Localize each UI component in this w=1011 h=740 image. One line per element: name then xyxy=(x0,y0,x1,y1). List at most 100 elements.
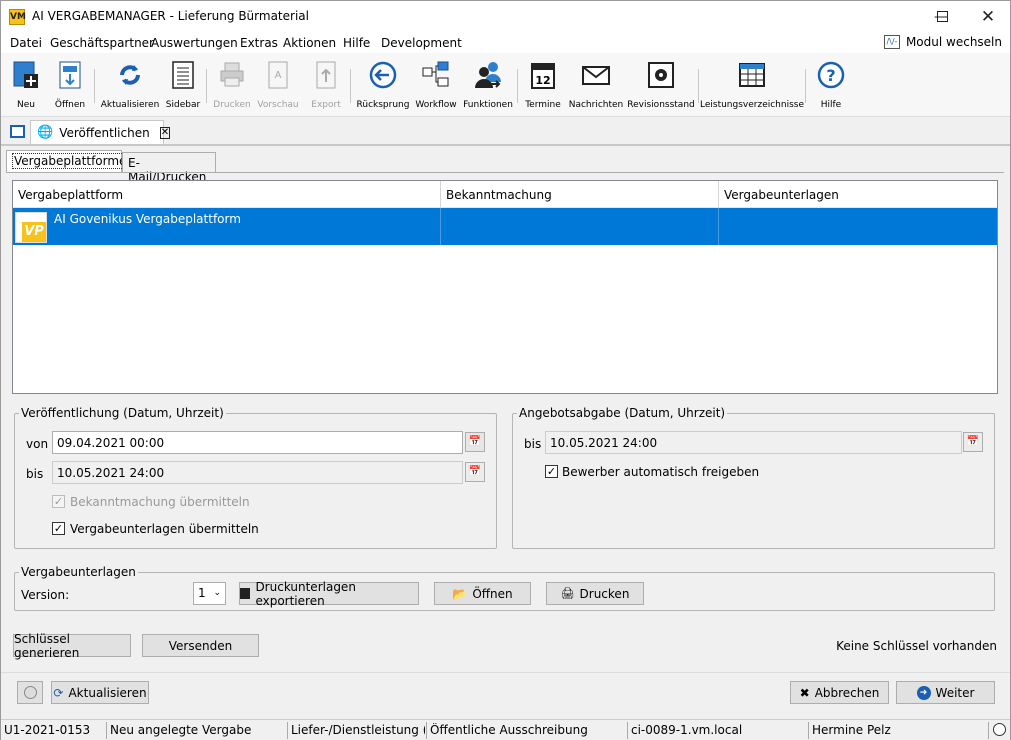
table-grid-icon xyxy=(737,59,767,91)
revisionsstand-button[interactable]: Revisionsstand xyxy=(627,59,695,115)
veroeffentlichung-bis-field[interactable]: 10.05.2021 24:00 xyxy=(52,461,463,484)
safe-icon xyxy=(646,59,676,91)
menu-aktionen[interactable]: Aktionen xyxy=(283,36,336,50)
maximize-button[interactable] xyxy=(919,1,965,32)
veroeffentlichung-von-field[interactable]: 09.04.2021 00:00 xyxy=(52,431,463,454)
modul-switch-icon: /\/- xyxy=(883,35,900,49)
oeffnen-button[interactable]: Öffnen xyxy=(53,59,87,115)
status-bar: U1-2021-0153 Neu angelegte Vergabe Liefe… xyxy=(1,719,1010,740)
preview-icon: A xyxy=(263,59,293,91)
arrow-right-circle-icon: ➜ xyxy=(916,685,931,700)
envelope-icon xyxy=(581,59,611,91)
workflow-button[interactable]: Workflow xyxy=(415,59,457,115)
calendar-picker-button[interactable]: 📅 xyxy=(465,432,485,452)
edit-doc-icon[interactable] xyxy=(10,125,25,138)
refresh-icon: ⟳ xyxy=(53,685,64,700)
angebotsabgabe-legend: Angebotsabgabe (Datum, Uhrzeit) xyxy=(519,406,726,420)
bewerber-checkbox[interactable]: ✓ xyxy=(545,465,558,478)
info-circle-icon xyxy=(23,686,37,699)
status-user: Hermine Pelz xyxy=(812,723,891,737)
calendar-picker-button[interactable]: 📅 xyxy=(963,432,983,452)
version-select[interactable]: 1 ⌄ xyxy=(193,582,226,605)
weiter-button[interactable]: ➜ Weiter xyxy=(896,681,995,704)
drucken-button[interactable]: 🖨 Drucken xyxy=(546,582,644,605)
menu-hilfe[interactable]: Hilfe xyxy=(343,36,370,50)
angebotsabgabe-bis-field[interactable]: 10.05.2021 24:00 xyxy=(545,431,962,454)
back-arrow-icon xyxy=(368,59,398,91)
oeffnen-button-unterlagen[interactable]: 📂 Öffnen xyxy=(434,582,531,605)
ruecksprung-button[interactable]: Rücksprung xyxy=(357,59,409,115)
menu-datei[interactable]: Datei xyxy=(10,36,42,50)
modul-wechseln-button[interactable]: /\/- Modul wechseln xyxy=(883,35,1002,49)
export-button[interactable]: Export xyxy=(311,59,341,115)
druckunterlagen-exportieren-button[interactable]: Druckunterlagen exportieren xyxy=(239,580,419,608)
document-tab-bar: 🌐 Veröffentlichen ✕ xyxy=(1,118,1010,146)
nachrichten-button[interactable]: Nachrichten xyxy=(569,59,623,115)
status-leistungsart: Liefer-/Dienstleistung (... xyxy=(291,723,425,737)
tab-close-icon[interactable]: ✕ xyxy=(159,126,171,139)
printer-icon: 🖨 xyxy=(560,587,575,600)
tab-veroeffentlichen[interactable]: 🌐 Veröffentlichen ✕ xyxy=(30,120,171,144)
neu-button[interactable]: Neu xyxy=(11,59,41,115)
sidebar-button[interactable]: Sidebar xyxy=(166,59,200,115)
calendar-picker-button[interactable]: 📅 xyxy=(465,462,485,482)
menu-geschaeftspartner[interactable]: Geschäftspartner xyxy=(50,36,154,50)
save-disk-icon xyxy=(240,588,251,599)
tab-vergabeplattformen[interactable]: Vergabeplattformen xyxy=(6,150,137,172)
aktualisieren-toolbar-button[interactable]: Aktualisieren xyxy=(101,59,159,115)
menu-auswertungen[interactable]: Auswertungen xyxy=(151,36,238,50)
leistungsverzeichnisse-button[interactable]: Leistungsverzeichnisse xyxy=(700,59,804,115)
workflow-icon xyxy=(421,59,451,91)
vergabeunterlagen-checkbox-label: Vergabeunterlagen übermitteln xyxy=(70,522,259,536)
menu-extras[interactable]: Extras xyxy=(240,36,278,50)
refresh-icon xyxy=(115,59,145,91)
folder-icon: 📂 xyxy=(452,586,468,601)
column-header-vergabeplattform[interactable]: Vergabeplattform xyxy=(13,181,441,208)
hilfe-toolbar-button[interactable]: ? Hilfe xyxy=(816,59,846,115)
bekanntmachung-checkbox[interactable]: ✓ xyxy=(52,495,65,508)
connection-status-icon xyxy=(993,723,1006,736)
column-header-bekanntmachung[interactable]: Bekanntmachung xyxy=(441,181,719,208)
chevron-down-icon: ⌄ xyxy=(213,588,221,598)
veroeffentlichung-legend: Veröffentlichung (Datum, Uhrzeit) xyxy=(21,406,224,420)
export-icon xyxy=(311,59,341,91)
vorschau-button[interactable]: A Vorschau xyxy=(257,59,299,115)
app-logo-icon: VM xyxy=(9,9,26,25)
table-row[interactable]: VP AI Govenikus Vergabeplattform xyxy=(13,208,997,245)
vergabeunterlagen-legend: Vergabeunterlagen xyxy=(21,565,136,579)
termine-button[interactable]: 12 Termine xyxy=(525,59,561,115)
menu-development[interactable]: Development xyxy=(381,36,462,50)
angebot-bis-label: bis xyxy=(524,437,542,451)
cancel-x-icon: ✖ xyxy=(799,685,810,700)
status-verfahren: Öffentliche Ausschreibung xyxy=(430,723,588,737)
abbrechen-button[interactable]: ✖ Abbrechen xyxy=(790,681,889,704)
printer-icon xyxy=(217,59,247,91)
drucken-toolbar-button[interactable]: Drucken xyxy=(213,59,251,115)
bewerber-checkbox-label: Bewerber automatisch freigeben xyxy=(562,465,760,479)
svg-text:?: ? xyxy=(826,66,835,85)
maximize-icon xyxy=(936,11,948,22)
help-icon: ? xyxy=(816,59,846,91)
users-arrow-icon xyxy=(473,59,503,91)
platform-logo: VP xyxy=(15,212,47,243)
von-label: von xyxy=(26,437,49,451)
svg-text:A: A xyxy=(275,70,282,81)
funktionen-button[interactable]: Funktionen xyxy=(463,59,513,115)
menu-bar: Datei Geschäftspartner Auswertungen Extr… xyxy=(1,32,1010,53)
aktualisieren-button[interactable]: ⟳ Aktualisieren xyxy=(51,681,149,704)
column-header-vergabeunterlagen[interactable]: Vergabeunterlagen xyxy=(719,181,997,208)
window-title: AI VERGABEMANAGER - Lieferung Bürmateria… xyxy=(32,9,309,23)
close-window-button[interactable]: ✕ xyxy=(965,1,1011,32)
vergabeunterlagen-checkbox[interactable]: ✓ xyxy=(52,522,65,535)
info-button[interactable] xyxy=(17,681,43,704)
tab-email-drucken[interactable]: E-Mail/Drucken xyxy=(122,152,216,184)
svg-text:12: 12 xyxy=(535,74,550,87)
platform-name: AI Govenikus Vergabeplattform xyxy=(54,212,241,226)
calendar-icon: 12 xyxy=(528,59,558,91)
keys-status-text: Keine Schlüssel vorhanden xyxy=(836,639,997,653)
schluessel-generieren-button[interactable]: Schlüssel generieren xyxy=(13,632,131,660)
new-document-icon xyxy=(11,59,41,91)
versenden-button[interactable]: Versenden xyxy=(142,634,259,657)
bis-label: bis xyxy=(26,467,44,481)
version-label: Version: xyxy=(21,588,70,602)
